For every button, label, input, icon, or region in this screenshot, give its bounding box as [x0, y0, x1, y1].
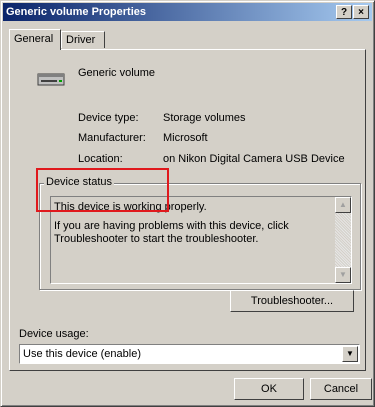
status-scrollbar[interactable]: ▲ ▼	[335, 197, 351, 283]
ok-button[interactable]: OK	[234, 378, 304, 400]
drive-icon	[37, 70, 65, 88]
device-status-text: This device is working properly. If you …	[54, 201, 336, 246]
manufacturer-value: Microsoft	[163, 132, 208, 144]
chevron-down-icon[interactable]: ▼	[342, 346, 358, 362]
location-value: on Nikon Digital Camera USB Device	[163, 153, 345, 165]
drive-icon-graphic	[37, 73, 65, 86]
status-line-working: This device is working properly.	[54, 201, 207, 213]
device-usage-select[interactable]: Use this device (enable) ▼	[19, 344, 360, 364]
title-bar: Generic volume Properties ? ×	[3, 3, 372, 21]
close-button[interactable]: ×	[353, 5, 369, 19]
device-name: Generic volume	[78, 67, 156, 79]
device-type-value: Storage volumes	[163, 112, 246, 124]
device-type-label: Device type:	[78, 112, 139, 124]
tab-general[interactable]: General	[9, 29, 61, 50]
manufacturer-label: Manufacturer:	[78, 132, 146, 144]
scroll-up-icon[interactable]: ▲	[335, 197, 351, 213]
device-usage-label: Device usage:	[19, 328, 89, 340]
status-line-troubleshoot: If you are having problems with this dev…	[54, 220, 289, 245]
device-status-legend: Device status	[44, 176, 115, 188]
scroll-down-icon[interactable]: ▼	[335, 267, 351, 283]
help-button[interactable]: ?	[336, 5, 352, 19]
troubleshooter-button[interactable]: Troubleshooter...	[230, 290, 354, 312]
cancel-button[interactable]: Cancel	[310, 378, 372, 400]
location-label: Location:	[78, 153, 123, 165]
tab-driver[interactable]: Driver	[61, 31, 105, 48]
window-title: Generic volume Properties	[6, 6, 146, 18]
device-status-group: Device status This device is working pro…	[39, 176, 361, 290]
device-status-box: This device is working properly. If you …	[50, 196, 352, 284]
properties-dialog: Generic volume Properties ? × General Dr…	[0, 0, 375, 407]
device-usage-value: Use this device (enable)	[23, 348, 142, 360]
